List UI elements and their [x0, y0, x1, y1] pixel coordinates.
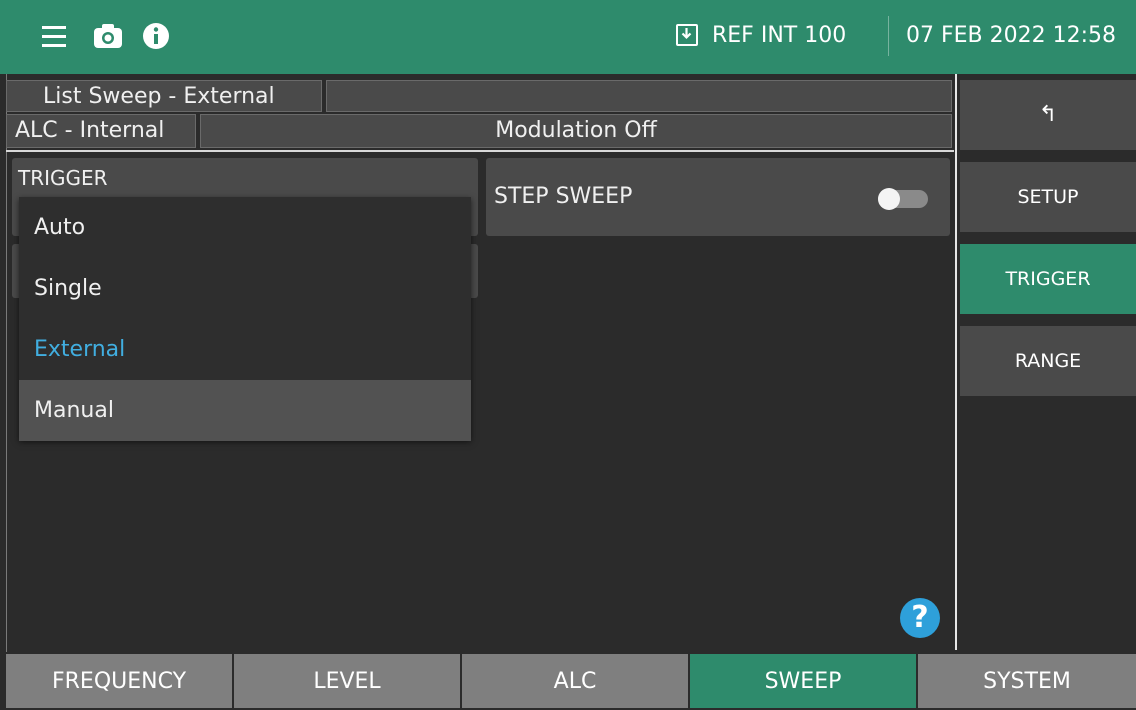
- side-menu-trigger[interactable]: TRIGGER: [960, 244, 1136, 314]
- trigger-option-auto[interactable]: Auto: [19, 197, 471, 258]
- side-menu-setup[interactable]: SETUP: [960, 162, 1136, 232]
- back-arrow-icon: ↰: [1038, 102, 1058, 127]
- trigger-label: TRIGGER: [18, 166, 108, 190]
- download-icon: [676, 24, 698, 46]
- trigger-option-manual[interactable]: Manual: [19, 380, 471, 441]
- info-icon[interactable]: [140, 20, 172, 52]
- tab-alc[interactable]: ALC: [462, 654, 688, 708]
- trigger-option-external[interactable]: External: [19, 319, 471, 380]
- camera-icon[interactable]: [92, 20, 124, 52]
- step-sweep-label: STEP SWEEP: [494, 184, 633, 209]
- tab-system[interactable]: SYSTEM: [918, 654, 1136, 708]
- tab-sweep[interactable]: SWEEP: [690, 654, 916, 708]
- help-button[interactable]: ?: [900, 598, 940, 638]
- trigger-option-single[interactable]: Single: [19, 258, 471, 319]
- header-divider: [888, 16, 889, 56]
- modulation-status: Modulation Off: [200, 114, 952, 148]
- tab-frequency[interactable]: FREQUENCY: [6, 654, 232, 708]
- trigger-dropdown-menu: Auto Single External Manual: [19, 197, 471, 441]
- top-header-bar: REF INT 100 07 FEB 2022 12:58: [0, 0, 1136, 74]
- back-button[interactable]: ↰: [960, 80, 1136, 150]
- side-menu-range[interactable]: RANGE: [960, 326, 1136, 396]
- reference-status: REF INT 100: [712, 23, 847, 48]
- step-sweep-card: STEP SWEEP: [486, 158, 950, 236]
- alc-mode-status: ALC - Internal: [6, 114, 196, 148]
- side-divider: [955, 74, 957, 650]
- status-empty-field: [326, 80, 952, 112]
- step-sweep-toggle[interactable]: [878, 188, 928, 210]
- tab-level[interactable]: LEVEL: [234, 654, 460, 708]
- menu-icon[interactable]: [38, 20, 70, 52]
- bottom-tab-bar: FREQUENCY LEVEL ALC SWEEP SYSTEM: [0, 654, 1136, 708]
- status-divider: [6, 150, 954, 152]
- sweep-mode-status: List Sweep - External: [6, 80, 322, 112]
- toggle-knob: [878, 188, 900, 210]
- datetime-status: 07 FEB 2022 12:58: [906, 23, 1117, 48]
